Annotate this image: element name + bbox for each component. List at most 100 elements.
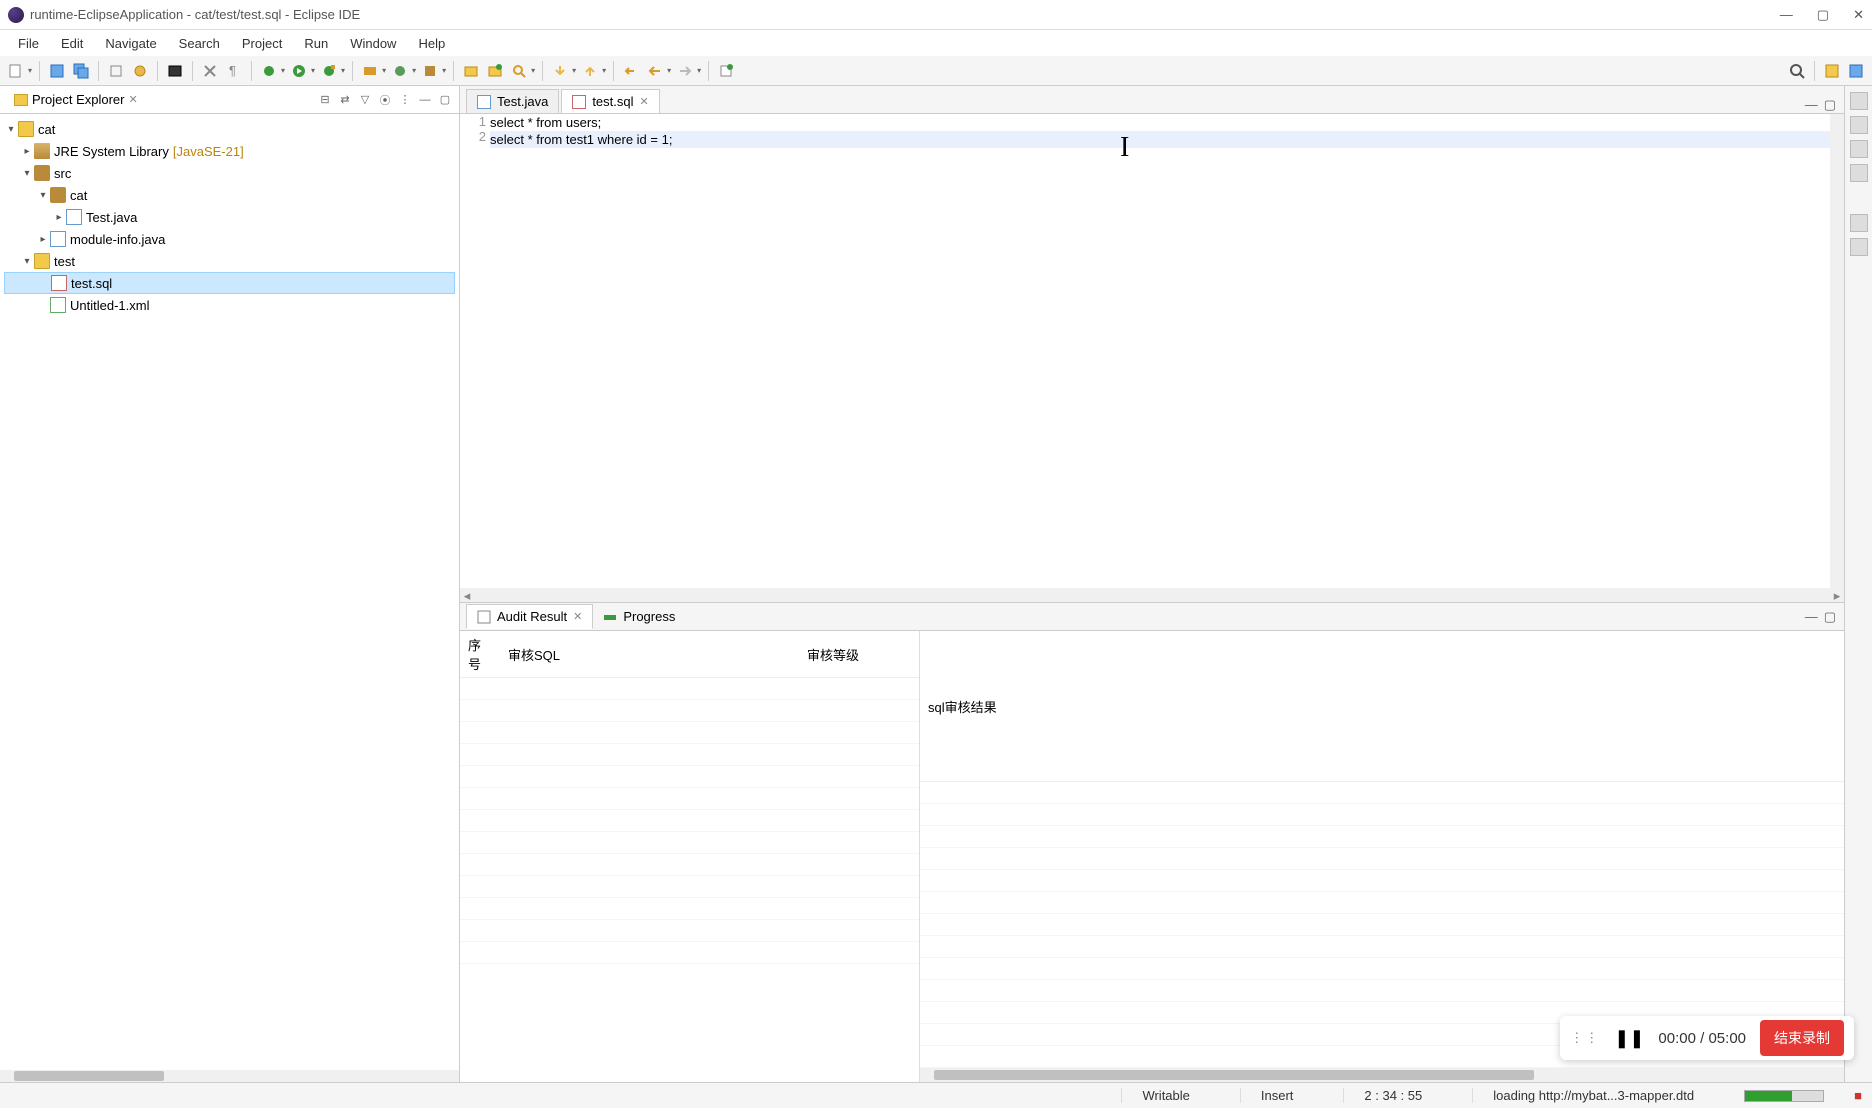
tree-node-jre[interactable]: ▸ JRE System Library [JavaSE-21]: [4, 140, 455, 162]
table-row[interactable]: [460, 700, 919, 722]
back-button[interactable]: [645, 61, 665, 81]
next-annotation-dropdown[interactable]: ▾: [572, 66, 576, 75]
toggle-button-1[interactable]: [106, 61, 126, 81]
new-package-dropdown[interactable]: ▾: [442, 66, 446, 75]
tab-audit-result[interactable]: Audit Result ✕: [466, 604, 593, 629]
stop-recording-button[interactable]: 结束录制: [1760, 1020, 1844, 1056]
side-icon-5[interactable]: [1850, 214, 1868, 232]
new-class-dropdown[interactable]: ▾: [412, 66, 416, 75]
side-icon-1[interactable]: [1850, 92, 1868, 110]
menu-project[interactable]: Project: [232, 33, 292, 54]
skip-breakpoints-button[interactable]: [130, 61, 150, 81]
ext-tools-dropdown[interactable]: ▾: [382, 66, 386, 75]
filter-icon[interactable]: ▽: [357, 92, 373, 108]
table-row[interactable]: [920, 826, 1844, 848]
maximize-panel-icon[interactable]: ▢: [437, 92, 453, 108]
editor-tab-test-java[interactable]: Test.java: [466, 89, 559, 113]
search-dropdown[interactable]: ▾: [531, 66, 535, 75]
menu-edit[interactable]: Edit: [51, 33, 93, 54]
col-sql[interactable]: 审核SQL: [500, 631, 799, 678]
menu-file[interactable]: File: [8, 33, 49, 54]
project-tree[interactable]: ▾ cat ▸ JRE System Library [JavaSE-21] ▾…: [0, 114, 459, 1070]
close-audit-icon[interactable]: ✕: [573, 610, 582, 623]
save-all-button[interactable]: [71, 61, 91, 81]
minimize-editor-icon[interactable]: —: [1805, 97, 1818, 113]
tree-node-untitled-xml[interactable]: Untitled-1.xml: [4, 294, 455, 316]
new-button[interactable]: [6, 61, 26, 81]
prev-annotation-button[interactable]: [580, 61, 600, 81]
tree-node-cat[interactable]: ▾ cat: [4, 118, 455, 140]
status-stop-icon[interactable]: ■: [1854, 1088, 1862, 1103]
close-button[interactable]: ✕: [1853, 7, 1864, 23]
run-dropdown[interactable]: ▾: [311, 66, 315, 75]
coverage-dropdown[interactable]: ▾: [341, 66, 345, 75]
open-task-button[interactable]: [485, 61, 505, 81]
table-row[interactable]: [460, 788, 919, 810]
toggle-mark-button[interactable]: [200, 61, 220, 81]
table-row[interactable]: [920, 782, 1844, 804]
minimize-panel-icon[interactable]: —: [417, 92, 433, 108]
next-annotation-button[interactable]: [550, 61, 570, 81]
table-row[interactable]: [460, 942, 919, 964]
terminal-button[interactable]: [165, 61, 185, 81]
table-row[interactable]: [460, 766, 919, 788]
drag-handle-icon[interactable]: ⋮⋮: [1570, 1030, 1600, 1046]
pause-button[interactable]: ❚❚: [1614, 1028, 1644, 1049]
tree-node-module-info[interactable]: ▸ module-info.java: [4, 228, 455, 250]
table-row[interactable]: [460, 920, 919, 942]
table-row[interactable]: [460, 722, 919, 744]
col-level[interactable]: 审核等级: [799, 631, 919, 678]
table-row[interactable]: [460, 744, 919, 766]
table-row[interactable]: [920, 914, 1844, 936]
run-button[interactable]: [289, 61, 309, 81]
tree-node-test-folder[interactable]: ▾ test: [4, 250, 455, 272]
tree-node-pkg-cat[interactable]: ▾ cat: [4, 184, 455, 206]
collapse-all-icon[interactable]: ⊟: [317, 92, 333, 108]
new-dropdown[interactable]: ▾: [28, 66, 32, 75]
table-row[interactable]: [920, 892, 1844, 914]
new-class-button[interactable]: [390, 61, 410, 81]
table-row[interactable]: [460, 832, 919, 854]
side-icon-3[interactable]: [1850, 140, 1868, 158]
open-type-button[interactable]: [461, 61, 481, 81]
editor-vscroll[interactable]: [1830, 114, 1844, 588]
link-editor-icon[interactable]: ⇄: [337, 92, 353, 108]
table-row[interactable]: [920, 804, 1844, 826]
table-row[interactable]: [920, 980, 1844, 1002]
menu-window[interactable]: Window: [340, 33, 406, 54]
project-explorer-tab[interactable]: Project Explorer ✕: [6, 88, 146, 111]
search-button-2[interactable]: [509, 61, 529, 81]
java-perspective-button[interactable]: [1846, 61, 1866, 81]
table-row[interactable]: [920, 936, 1844, 958]
menu-search[interactable]: Search: [169, 33, 230, 54]
table-row[interactable]: [460, 876, 919, 898]
maximize-editor-icon[interactable]: ▢: [1824, 97, 1836, 113]
last-edit-button[interactable]: [621, 61, 641, 81]
table-row[interactable]: [920, 870, 1844, 892]
coverage-button[interactable]: [319, 61, 339, 81]
search-icon[interactable]: [1787, 61, 1807, 81]
tree-node-src[interactable]: ▾ src: [4, 162, 455, 184]
explorer-hscroll[interactable]: [0, 1070, 459, 1082]
editor-body[interactable]: 1 2 select * from users; select * from t…: [460, 114, 1844, 588]
menu-help[interactable]: Help: [408, 33, 455, 54]
forward-button[interactable]: [675, 61, 695, 81]
table-row[interactable]: [460, 810, 919, 832]
menu-run[interactable]: Run: [294, 33, 338, 54]
back-dropdown[interactable]: ▾: [667, 66, 671, 75]
show-whitespace-button[interactable]: ¶: [224, 61, 244, 81]
table-row[interactable]: [460, 898, 919, 920]
new-package-button[interactable]: [420, 61, 440, 81]
table-row[interactable]: [460, 678, 919, 700]
debug-button[interactable]: [259, 61, 279, 81]
table-row[interactable]: [920, 958, 1844, 980]
close-explorer-icon[interactable]: ✕: [128, 93, 137, 106]
col-result[interactable]: sql审核结果: [920, 631, 1844, 782]
table-row[interactable]: [920, 848, 1844, 870]
audit-right-hscroll[interactable]: [920, 1068, 1844, 1082]
maximize-bottom-icon[interactable]: ▢: [1824, 609, 1836, 625]
minimize-button[interactable]: —: [1780, 7, 1793, 23]
tree-node-test-java[interactable]: ▸ Test.java: [4, 206, 455, 228]
editor-tab-test-sql[interactable]: test.sql ✕: [561, 89, 659, 113]
col-seq[interactable]: 序号: [460, 631, 500, 678]
